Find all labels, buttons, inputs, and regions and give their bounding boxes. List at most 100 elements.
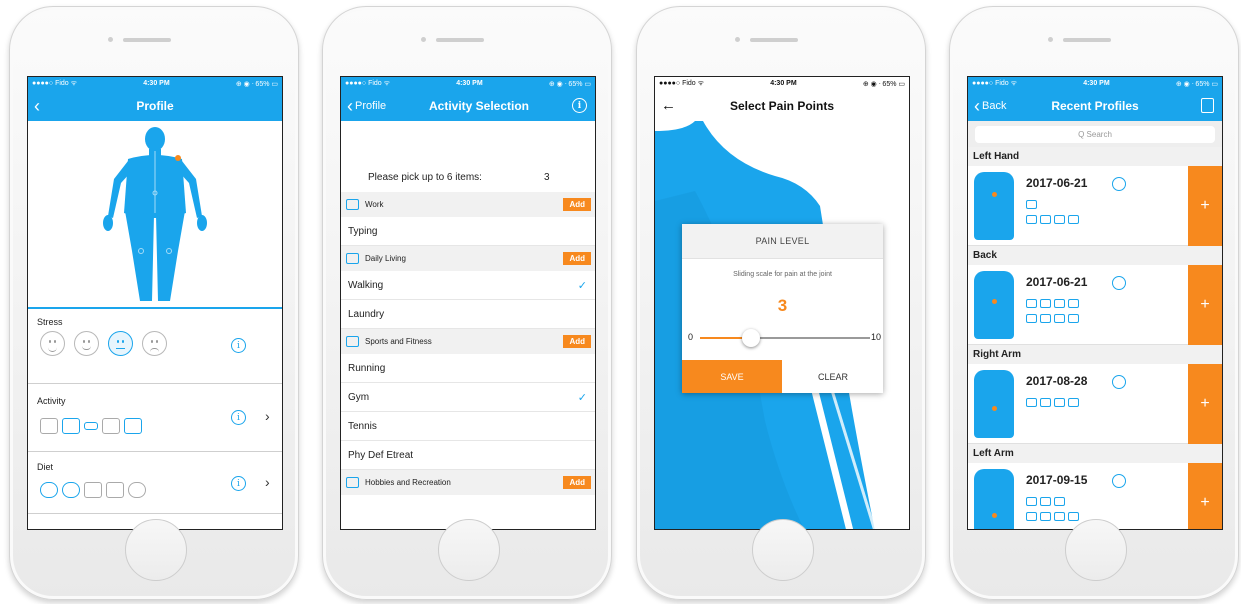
checkmark-icon: ✓	[577, 391, 587, 404]
category-label: Sports and Fitness	[365, 337, 432, 346]
activity-info-icon[interactable]: i	[231, 410, 246, 425]
add-button[interactable]: Add	[563, 198, 591, 211]
profile-row[interactable]: 2017-06-21 +	[968, 265, 1222, 345]
activity-item[interactable]: Laundry	[341, 300, 595, 329]
mini-category-icon	[1054, 398, 1065, 407]
pain-slider[interactable]	[700, 329, 870, 347]
add-button[interactable]: Add	[563, 335, 591, 348]
mini-category-icon	[1054, 215, 1065, 224]
mini-category-icon	[1026, 215, 1037, 224]
carrier-label: ●●●●○ Fido ᯤ	[659, 80, 705, 87]
activity-item[interactable]: Gym ✓	[341, 383, 595, 412]
activity-chevron-icon[interactable]: ›	[265, 408, 270, 424]
house-icon	[62, 418, 80, 434]
checkmark-icon: ✓	[577, 279, 587, 292]
category-row: Work Add	[341, 192, 595, 217]
happy-face-icon[interactable]	[74, 331, 99, 356]
activity-item[interactable]: Typing	[341, 217, 595, 246]
add-button[interactable]: Add	[563, 476, 591, 489]
back-button[interactable]: ‹ Profile	[347, 90, 386, 121]
category-icon	[346, 199, 359, 210]
info-button[interactable]: i	[572, 90, 587, 121]
activity-item-label: Running	[348, 362, 386, 374]
status-bar: ●●●●○ Fido ᯤ 4:30 PM ⊕ ◉ ᐧ 65% ▭	[28, 77, 282, 90]
add-button[interactable]: Add	[563, 252, 591, 265]
diet-info-icon[interactable]: i	[231, 476, 246, 491]
category-icon	[346, 253, 359, 264]
add-profile-button[interactable]: +	[1188, 463, 1222, 529]
page-title: Activity Selection	[428, 98, 530, 113]
nav-bar: ‹ Profile Activity Selection i	[341, 90, 595, 121]
export-button[interactable]	[1201, 90, 1214, 121]
home-button[interactable]	[125, 519, 187, 581]
profile-date: 2017-06-21	[1026, 275, 1088, 289]
activity-item[interactable]: Running	[341, 354, 595, 383]
mini-category-icon	[1026, 200, 1037, 209]
diet-mini-icons	[1026, 512, 1079, 521]
phone-activity: ●●●●○ Fido ᯤ 4:30 PM ⊕ ◉ ᐧ 65% ▭ ‹ Profil…	[322, 6, 612, 600]
save-button[interactable]: SAVE	[682, 360, 782, 393]
status-icons: ⊕ ◉ ᐧ 65% ▭	[1175, 80, 1218, 88]
nav-bar: ‹ Profile	[28, 90, 282, 121]
sad-face-icon[interactable]	[142, 331, 167, 356]
nav-bar: ‹ Back Recent Profiles	[968, 90, 1222, 121]
add-profile-button[interactable]: +	[1188, 166, 1222, 246]
mood-face-icon	[1112, 375, 1126, 389]
briefcase-icon	[40, 418, 58, 434]
back-button[interactable]: ‹	[34, 90, 42, 121]
clear-button[interactable]: CLEAR	[783, 360, 883, 393]
profile-row[interactable]: 2017-06-21 +	[968, 166, 1222, 246]
body-part-thumbnail-icon	[974, 469, 1014, 529]
mini-category-icon	[1068, 512, 1079, 521]
activity-item[interactable]: Phy Def Etreat	[341, 441, 595, 470]
activity-mini-icons	[1026, 497, 1065, 506]
stress-info-icon[interactable]: i	[231, 338, 246, 353]
body-figure-area[interactable]	[28, 121, 282, 309]
profile-group-header: Left Hand	[968, 147, 1222, 166]
category-label: Work	[365, 200, 384, 209]
add-profile-button[interactable]: +	[1188, 265, 1222, 345]
home-button[interactable]	[438, 519, 500, 581]
chevron-left-icon: ‹	[974, 95, 980, 116]
activity-item[interactable]: Walking ✓	[341, 271, 595, 300]
mini-category-icon	[1054, 497, 1065, 506]
activity-screen: ●●●●○ Fido ᯤ 4:30 PM ⊕ ◉ ᐧ 65% ▭ ‹ Profil…	[340, 76, 596, 530]
body-part-thumbnail-icon	[974, 271, 1014, 339]
camera	[1048, 37, 1053, 42]
activity-item-label: Walking	[348, 279, 384, 291]
home-button[interactable]	[752, 519, 814, 581]
back-arrow-icon[interactable]: ←	[661, 90, 676, 121]
activity-mini-icons	[1026, 200, 1037, 209]
milk-icon	[106, 482, 124, 498]
activity-item-label: Laundry	[348, 308, 385, 320]
diet-section[interactable]: Diet i ›	[28, 452, 282, 514]
search-bar: Q Search	[968, 121, 1222, 147]
body-figure-icon[interactable]	[28, 121, 283, 309]
pick-prompt: Please pick up to 6 items:	[368, 172, 482, 183]
search-input[interactable]: Q Search	[975, 125, 1215, 143]
status-icons: ⊕ ◉ ᐧ 65% ▭	[235, 80, 278, 88]
activity-section[interactable]: Activity i ›	[28, 384, 282, 452]
activity-item[interactable]: Tennis	[341, 412, 595, 441]
pain-point-marker	[992, 192, 997, 197]
diet-chevron-icon[interactable]: ›	[265, 474, 270, 490]
selected-count: 3	[544, 172, 550, 183]
phone-recent: ●●●●○ Fido ᯤ 4:30 PM ⊕ ◉ ᐧ 65% ▭ ‹ Back R…	[949, 6, 1239, 600]
very-happy-face-icon[interactable]	[40, 331, 65, 356]
add-profile-button[interactable]: +	[1188, 364, 1222, 444]
profile-row[interactable]: 2017-08-28 +	[968, 364, 1222, 444]
category-icon	[346, 336, 359, 347]
neutral-face-icon[interactable]	[108, 331, 133, 356]
page-title: Profile	[136, 98, 174, 113]
home-button[interactable]	[1065, 519, 1127, 581]
status-bar: ●●●●○ Fido ᯤ 4:30 PM ⊕ ◉ ᐧ 65% ▭	[968, 77, 1222, 90]
slider-knob[interactable]	[742, 329, 760, 347]
back-button[interactable]: ‹ Back	[974, 90, 1006, 121]
activity-mini-icons	[1026, 398, 1079, 407]
profile-date: 2017-06-21	[1026, 176, 1088, 190]
carrier-label: ●●●●○ Fido ᯤ	[972, 80, 1018, 87]
mini-category-icon	[1040, 512, 1051, 521]
carrier-label: ●●●●○ Fido ᯤ	[32, 80, 78, 87]
pain-point-marker	[992, 299, 997, 304]
clock: 4:30 PM	[456, 80, 483, 87]
